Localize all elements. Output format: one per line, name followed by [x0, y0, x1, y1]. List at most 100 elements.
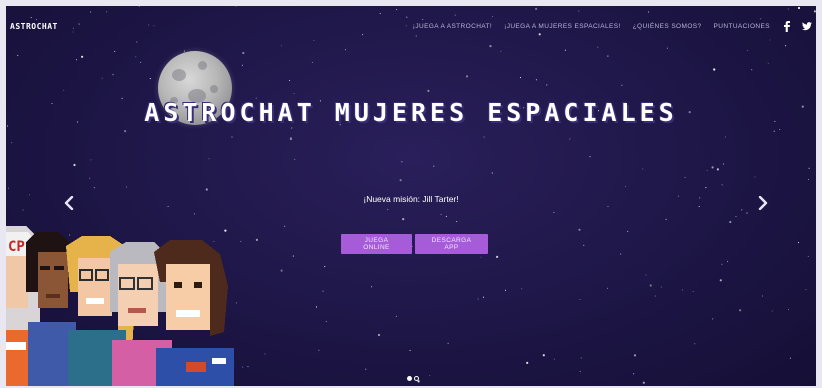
star	[377, 333, 381, 337]
star	[660, 286, 662, 288]
star	[741, 209, 743, 211]
star	[126, 186, 128, 188]
star	[621, 84, 623, 86]
star	[694, 343, 696, 345]
star	[627, 230, 629, 232]
star	[401, 161, 403, 163]
star	[387, 208, 389, 211]
star	[324, 266, 326, 268]
star	[526, 361, 529, 364]
brand-logo[interactable]: ASTROCHAT	[10, 22, 58, 31]
star	[11, 142, 13, 144]
star	[666, 47, 668, 49]
star	[762, 295, 764, 297]
star	[724, 136, 727, 138]
star	[642, 381, 645, 384]
star	[706, 169, 708, 171]
star	[521, 288, 523, 290]
star	[721, 184, 723, 186]
hero-title: ASTROCHAT MUJERES ESPACIALES	[144, 98, 678, 127]
star	[365, 368, 367, 370]
carousel-indicator-2[interactable]	[414, 376, 419, 381]
star	[205, 188, 208, 191]
star	[124, 130, 127, 133]
nav-link-puntuaciones[interactable]: PUNTUACIONES	[714, 23, 770, 30]
star	[399, 179, 402, 182]
star	[284, 225, 286, 227]
star	[773, 130, 775, 132]
hero-carousel: ASTROCHAT ¡JUEGA A ASTROCHAT! ¡JUEGA A M…	[6, 6, 816, 386]
play-online-button[interactable]: JUEGA ONLINE	[341, 234, 412, 254]
star	[322, 290, 324, 292]
star	[167, 205, 169, 208]
star	[578, 228, 581, 231]
star	[456, 220, 458, 223]
star	[805, 289, 807, 291]
star	[807, 255, 809, 257]
star	[482, 296, 485, 298]
star	[440, 213, 442, 215]
star	[787, 308, 789, 311]
star	[325, 320, 327, 323]
twitter-icon[interactable]	[802, 21, 812, 31]
star	[633, 354, 637, 357]
star	[579, 298, 581, 300]
page-frame: ASTROCHAT ¡JUEGA A ASTROCHAT! ¡JUEGA A M…	[0, 0, 822, 388]
star	[642, 168, 644, 170]
star	[208, 158, 210, 160]
star	[723, 163, 725, 165]
star	[607, 287, 609, 289]
star	[231, 136, 233, 138]
star	[716, 168, 720, 171]
star	[649, 284, 652, 287]
star	[316, 305, 318, 308]
astronaut-women-illustration: CP	[6, 226, 234, 386]
star	[751, 69, 753, 71]
star	[553, 358, 555, 360]
nav-link-quienes-somos[interactable]: ¿QUIÉNES SOMOS?	[633, 23, 702, 30]
star	[7, 187, 10, 189]
nav-link-juega-astrochat[interactable]: ¡JUEGA A ASTROCHAT!	[413, 23, 492, 30]
star	[807, 178, 809, 180]
star	[247, 366, 249, 368]
star	[739, 309, 742, 312]
navbar: ASTROCHAT ¡JUEGA A ASTROCHAT! ¡JUEGA A M…	[6, 6, 816, 46]
facebook-icon[interactable]	[784, 20, 790, 32]
nav-links: ¡JUEGA A ASTROCHAT! ¡JUEGA A MUJERES ESP…	[413, 20, 812, 32]
carousel-indicator-1[interactable]	[407, 376, 412, 381]
star	[607, 205, 609, 207]
star	[500, 50, 502, 52]
star	[465, 75, 469, 78]
star	[712, 318, 714, 320]
star	[427, 89, 430, 92]
download-app-button[interactable]: DESCARGA APP	[415, 234, 488, 254]
nav-link-juega-mujeres-espaciales[interactable]: ¡JUEGA A MUJERES ESPACIALES!	[504, 23, 621, 30]
star	[504, 289, 507, 291]
star	[294, 158, 296, 160]
star	[633, 373, 635, 375]
star	[409, 349, 411, 351]
star	[93, 187, 95, 189]
star	[519, 77, 522, 79]
star	[241, 64, 243, 66]
star	[808, 167, 810, 169]
star	[665, 218, 667, 220]
social-links	[784, 20, 812, 32]
star	[402, 218, 405, 221]
star	[114, 50, 116, 52]
star	[797, 242, 800, 244]
star	[291, 127, 293, 129]
star	[771, 310, 773, 312]
star	[280, 269, 283, 272]
star	[705, 187, 707, 189]
star	[483, 136, 485, 138]
star	[447, 342, 449, 344]
star	[767, 62, 769, 64]
star	[713, 68, 716, 71]
star	[535, 79, 537, 81]
star	[477, 298, 479, 300]
star	[73, 163, 76, 167]
star	[681, 289, 684, 291]
star	[149, 78, 151, 80]
star	[22, 209, 24, 211]
